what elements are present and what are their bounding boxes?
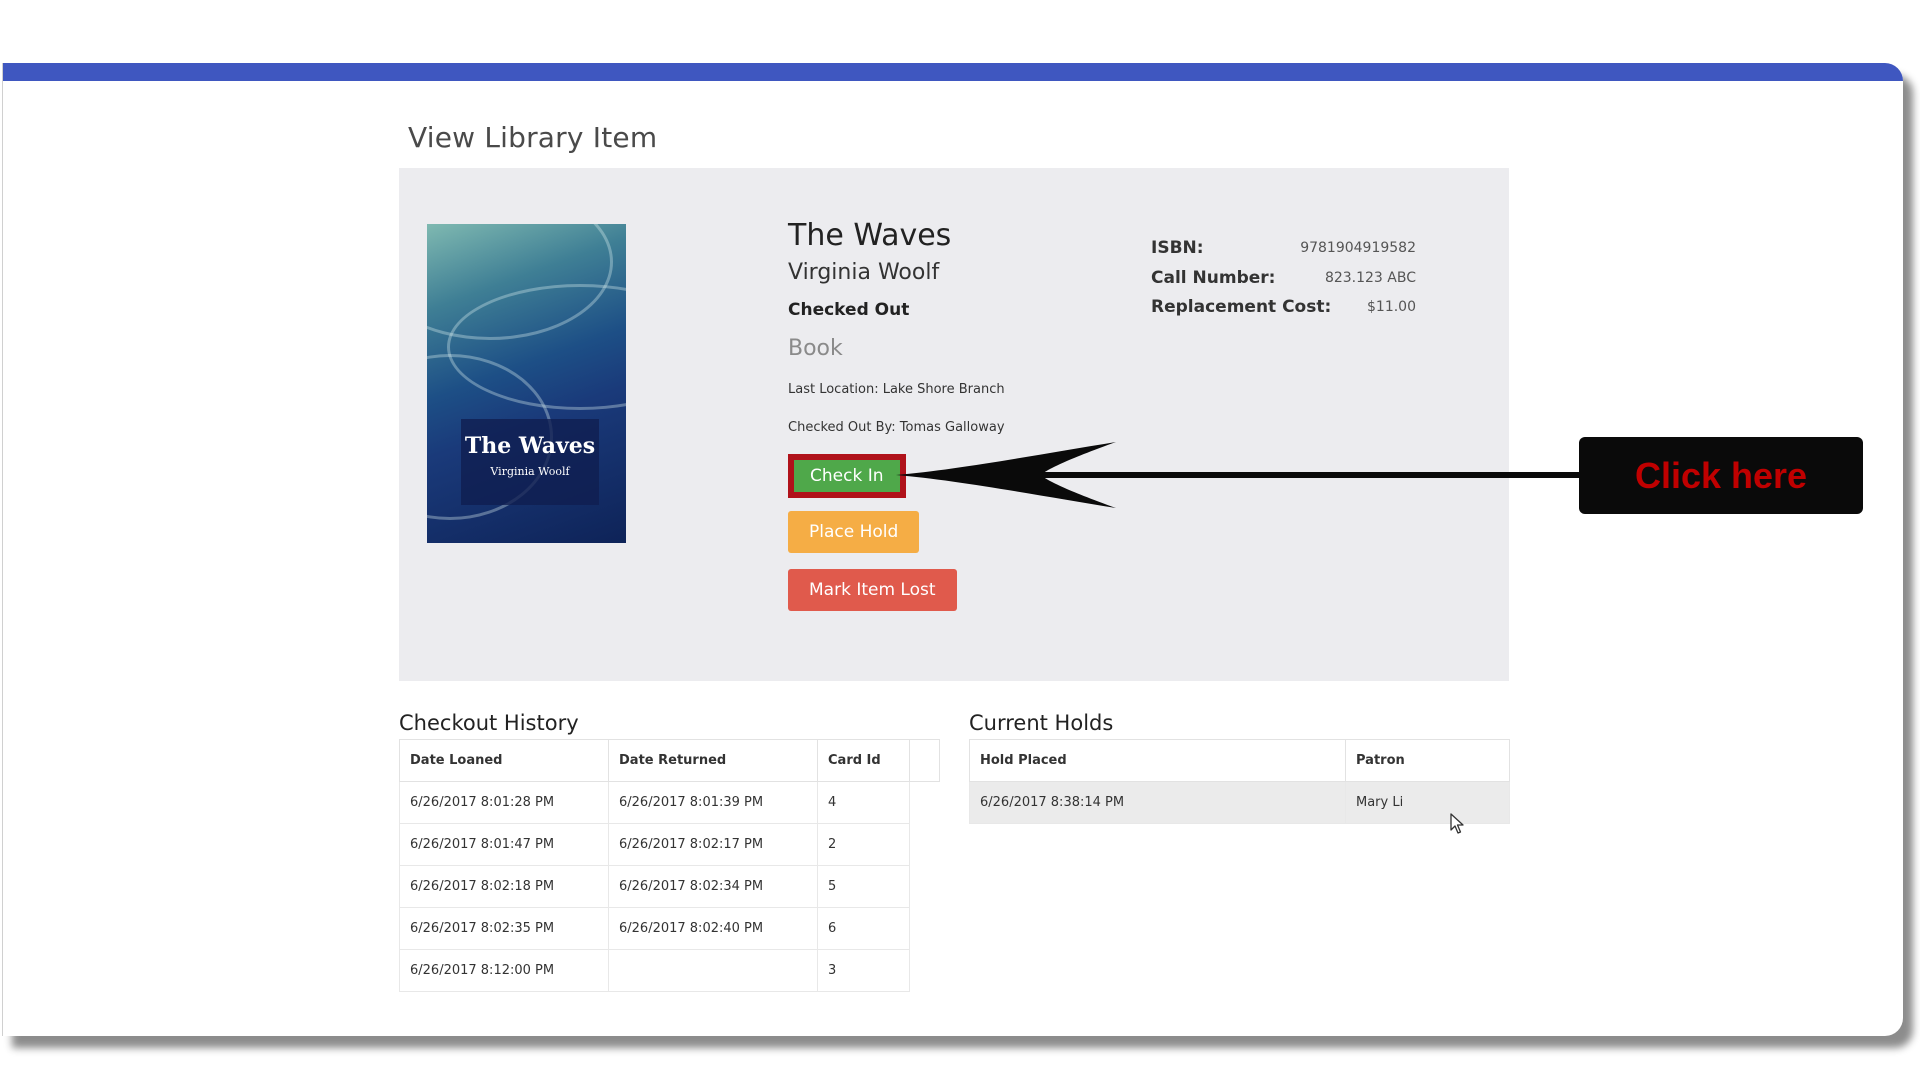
column-header: Card Id xyxy=(817,739,910,782)
date-returned-cell: 6/26/2017 8:02:17 PM xyxy=(608,823,818,866)
blank-cell xyxy=(910,782,940,824)
item-checked-out-by: Checked Out By: Tomas Galloway xyxy=(788,420,1005,435)
cover-title: The Waves xyxy=(464,433,596,459)
browser-window: View Library Item The Waves Virginia Woo… xyxy=(2,63,1903,1036)
current-holds-table: Hold Placed Patron 6/26/2017 8:38:14 PM … xyxy=(969,739,1510,824)
column-header-blank xyxy=(909,739,940,782)
table-row: 6/26/2017 8:02:35 PM 6/26/2017 8:02:40 P… xyxy=(399,907,940,950)
table-row: 6/26/2017 8:01:47 PM 6/26/2017 8:02:17 P… xyxy=(399,823,940,866)
date-loaned-cell: 6/26/2017 8:02:18 PM xyxy=(399,865,609,908)
column-header: Date Loaned xyxy=(399,739,609,782)
isbn-row: ISBN: 9781904919582 xyxy=(1151,238,1416,268)
top-accent-bar xyxy=(3,63,1903,81)
call-number-row: Call Number: 823.123 ABC xyxy=(1151,268,1416,298)
isbn-value: 9781904919582 xyxy=(1300,240,1416,256)
date-loaned-cell: 6/26/2017 8:02:35 PM xyxy=(399,907,609,950)
item-metadata: ISBN: 9781904919582 Call Number: 823.123… xyxy=(1151,238,1416,327)
check-in-button[interactable]: Check In xyxy=(788,454,906,498)
table-header-row: Date Loaned Date Returned Card Id xyxy=(399,739,940,782)
item-location: Last Location: Lake Shore Branch xyxy=(788,382,1005,397)
hold-placed-cell: 6/26/2017 8:38:14 PM xyxy=(969,781,1346,824)
item-author: Virginia Woolf xyxy=(788,260,940,285)
checkout-history-table: Date Loaned Date Returned Card Id 6/26/2… xyxy=(399,739,940,992)
table-row: 6/26/2017 8:01:28 PM 6/26/2017 8:01:39 P… xyxy=(399,781,940,824)
cover-author: Virginia Woolf xyxy=(490,465,570,478)
column-header: Patron xyxy=(1345,739,1510,782)
card-id-cell: 4 xyxy=(817,781,910,824)
page-title: View Library Item xyxy=(408,121,658,154)
date-loaned-cell: 6/26/2017 8:01:47 PM xyxy=(399,823,609,866)
book-cover-image: The Waves Virginia Woolf xyxy=(427,224,626,543)
patron-cell: Mary Li xyxy=(1345,781,1510,824)
isbn-label: ISBN: xyxy=(1151,238,1204,258)
card-id-cell: 2 xyxy=(817,823,910,866)
mouse-cursor-icon xyxy=(1450,813,1464,834)
screen: View Library Item The Waves Virginia Woo… xyxy=(0,0,1920,1080)
column-header: Date Returned xyxy=(608,739,818,782)
table-header-row: Hold Placed Patron xyxy=(969,739,1510,782)
cover-label: The Waves Virginia Woolf xyxy=(461,419,599,505)
date-returned-cell: 6/26/2017 8:01:39 PM xyxy=(608,781,818,824)
replacement-cost-value: $11.00 xyxy=(1367,299,1416,315)
current-holds-title: Current Holds xyxy=(969,711,1114,735)
date-returned-cell: 6/26/2017 8:02:34 PM xyxy=(608,865,818,908)
mark-item-lost-button[interactable]: Mark Item Lost xyxy=(788,569,957,611)
blank-cell xyxy=(910,824,940,866)
date-returned-cell xyxy=(608,949,818,992)
click-here-callout: Click here xyxy=(1579,437,1863,514)
card-id-cell: 5 xyxy=(817,865,910,908)
date-loaned-cell: 6/26/2017 8:01:28 PM xyxy=(399,781,609,824)
item-title: The Waves xyxy=(788,218,952,253)
item-type: Book xyxy=(788,336,843,361)
date-loaned-cell: 6/26/2017 8:12:00 PM xyxy=(399,949,609,992)
column-header: Hold Placed xyxy=(969,739,1346,782)
checkout-history-title: Checkout History xyxy=(399,711,579,735)
replacement-cost-label: Replacement Cost: xyxy=(1151,297,1332,317)
item-details-panel: The Waves Virginia Woolf The Waves Virgi… xyxy=(399,168,1509,681)
blank-cell xyxy=(910,908,940,950)
date-returned-cell: 6/26/2017 8:02:40 PM xyxy=(608,907,818,950)
call-number-label: Call Number: xyxy=(1151,267,1276,288)
item-status: Checked Out xyxy=(788,300,910,320)
call-number-value: 823.123 ABC xyxy=(1324,269,1416,286)
blank-cell xyxy=(910,866,940,908)
card-id-cell: 6 xyxy=(817,907,910,950)
table-row: 6/26/2017 8:38:14 PM Mary Li xyxy=(969,781,1510,824)
replacement-cost-row: Replacement Cost: $11.00 xyxy=(1151,297,1416,327)
blank-cell xyxy=(910,950,940,992)
table-row: 6/26/2017 8:02:18 PM 6/26/2017 8:02:34 P… xyxy=(399,865,940,908)
annotation-arrow-icon xyxy=(896,442,1586,508)
card-id-cell: 3 xyxy=(817,949,910,992)
place-hold-button[interactable]: Place Hold xyxy=(788,511,920,553)
table-row: 6/26/2017 8:12:00 PM 3 xyxy=(399,949,940,992)
